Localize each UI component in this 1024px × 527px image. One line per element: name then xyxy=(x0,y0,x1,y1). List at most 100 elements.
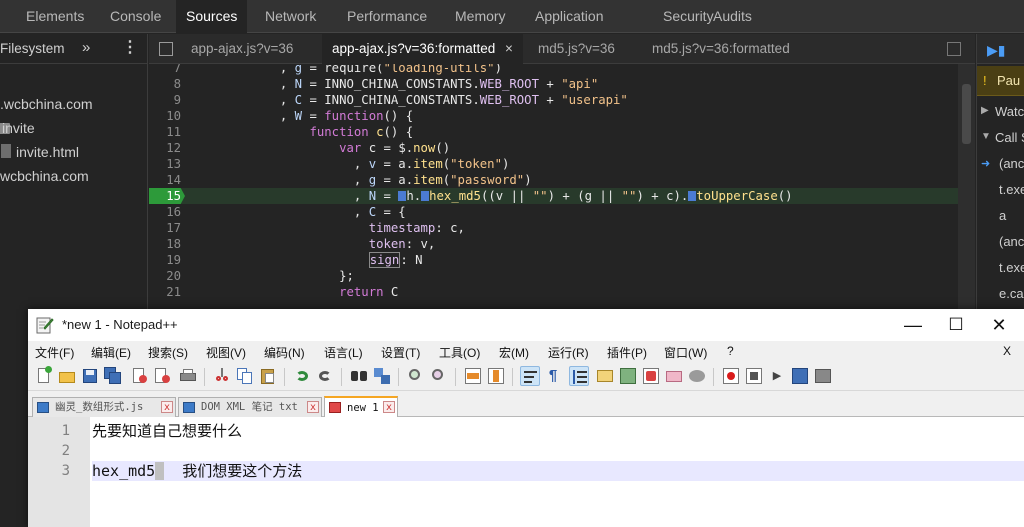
tab-filesystem[interactable]: Filesystem xyxy=(0,41,65,56)
menu-run[interactable]: 运行(R) xyxy=(548,344,589,361)
cut-icon[interactable] xyxy=(212,366,232,386)
open-file-icon[interactable] xyxy=(57,366,77,386)
sync-horizontal-icon[interactable] xyxy=(486,366,506,386)
replace-icon[interactable] xyxy=(372,366,392,386)
doc-map-icon[interactable] xyxy=(618,366,638,386)
tab-console[interactable]: Console xyxy=(110,0,161,33)
code-line: 11 function c() { xyxy=(166,125,414,139)
close-file-icon[interactable] xyxy=(129,366,149,386)
close-all-icon[interactable] xyxy=(152,366,172,386)
menu-macro[interactable]: 宏(M) xyxy=(499,344,529,361)
folder-workspace-icon[interactable] xyxy=(664,366,684,386)
record-macro-icon[interactable] xyxy=(721,366,741,386)
code-scrollbar[interactable] xyxy=(958,64,975,314)
breakpoint-marker[interactable]: 15 xyxy=(149,188,185,204)
notepad-title-bar[interactable]: *new 1 - Notepad++ — ☐ ✕ xyxy=(28,309,1024,341)
save-all-icon[interactable] xyxy=(103,366,123,386)
file-tab-app-ajax-formatted[interactable]: app-ajax.js?v=36:formatted × xyxy=(322,34,523,64)
call-frame[interactable]: t.exe xyxy=(999,182,1024,197)
paste-icon[interactable] xyxy=(258,366,278,386)
watch-section[interactable]: Watc xyxy=(995,104,1024,119)
indent-guide-icon[interactable] xyxy=(569,366,589,386)
save-macro-icon[interactable] xyxy=(813,366,833,386)
expand-arrow-icon[interactable]: ▼ xyxy=(981,131,991,142)
zoom-in-icon[interactable] xyxy=(406,366,426,386)
save-icon[interactable] xyxy=(80,366,100,386)
tab-audits[interactable]: Audits xyxy=(713,0,752,33)
menu-language[interactable]: 语言(L) xyxy=(324,344,363,361)
toggle-debugger-icon[interactable] xyxy=(947,42,961,56)
menu-edit[interactable]: 编辑(E) xyxy=(91,344,131,361)
file-tab-md5[interactable]: md5.js?v=36 xyxy=(538,34,615,64)
run-macro-multiple-icon[interactable] xyxy=(790,366,810,386)
stop-macro-icon[interactable] xyxy=(744,366,764,386)
tree-item-invite-folder[interactable]: invite xyxy=(2,120,35,136)
tab-network[interactable]: Network xyxy=(265,0,316,33)
tab-elements[interactable]: Elements xyxy=(26,0,84,33)
menu-help[interactable]: ? xyxy=(727,344,734,358)
menu-plugins[interactable]: 插件(P) xyxy=(607,344,647,361)
copy-icon[interactable] xyxy=(235,366,255,386)
show-all-characters-icon[interactable]: ¶ xyxy=(543,366,563,386)
monitoring-icon[interactable] xyxy=(687,366,707,386)
word-wrap-icon[interactable] xyxy=(520,366,540,386)
close-tab-icon[interactable]: x xyxy=(383,401,395,413)
menu-view[interactable]: 视图(V) xyxy=(206,344,246,361)
tab-application[interactable]: Application xyxy=(535,0,604,33)
scrollbar-thumb[interactable] xyxy=(962,84,971,144)
tree-item-domain-2[interactable]: wcbchina.com xyxy=(0,168,89,184)
close-button[interactable]: ✕ xyxy=(974,309,1024,341)
function-list-icon[interactable] xyxy=(641,366,661,386)
doc-tab[interactable]: 幽灵_数组形式.js x xyxy=(32,397,176,417)
tree-item-invite-html[interactable]: invite.html xyxy=(16,144,79,160)
close-tab-icon[interactable]: x xyxy=(307,401,319,413)
code-line: 20 }; xyxy=(166,269,354,283)
current-frame-icon: ➜ xyxy=(981,158,991,170)
navigator-menu-icon[interactable]: ⋮ xyxy=(122,37,138,57)
close-tab-icon[interactable]: x xyxy=(161,401,173,413)
code-line: 9 , C = INNO_CHINA_CONSTANTS.WEB_ROOT + … xyxy=(173,93,628,107)
close-tab-icon[interactable]: × xyxy=(505,41,513,56)
source-code-editor[interactable]: 7 , g = require("loading-utils") 8 , N =… xyxy=(149,64,975,314)
menu-settings[interactable]: 设置(T) xyxy=(381,344,420,361)
tab-performance[interactable]: Performance xyxy=(347,0,427,33)
menu-tools[interactable]: 工具(O) xyxy=(439,344,480,361)
tab-sources[interactable]: Sources xyxy=(176,0,248,33)
tab-memory[interactable]: Memory xyxy=(455,0,506,33)
text-editor[interactable]: 1 2 3 先要知道自己想要什么 hex_md5 我们想要这个方法 xyxy=(28,417,1024,527)
toggle-navigator-icon[interactable] xyxy=(159,42,173,56)
user-language-icon[interactable] xyxy=(595,366,615,386)
menu-search[interactable]: 搜索(S) xyxy=(148,344,188,361)
zoom-out-icon[interactable] xyxy=(429,366,449,386)
close-document-button[interactable]: X xyxy=(1003,344,1011,358)
call-frame[interactable]: (anc xyxy=(999,234,1024,249)
play-macro-icon[interactable]: ▶ xyxy=(767,366,787,386)
more-tabs-button[interactable]: » xyxy=(82,39,90,56)
devtools-tab-bar: Elements Console Sources Network Perform… xyxy=(0,0,1024,33)
sync-vertical-icon[interactable] xyxy=(463,366,483,386)
doc-tab[interactable]: DOM XML 笔记 txt x xyxy=(178,397,322,417)
saved-file-icon xyxy=(183,402,195,413)
call-stack-section[interactable]: Call S xyxy=(995,130,1024,145)
undo-icon[interactable] xyxy=(292,366,312,386)
redo-icon[interactable] xyxy=(315,366,335,386)
tab-security[interactable]: Security xyxy=(663,0,714,33)
menu-file[interactable]: 文件(F) xyxy=(35,344,74,361)
call-frame[interactable]: a xyxy=(999,208,1006,223)
resume-icon[interactable]: ▶▮ xyxy=(987,42,1005,59)
paused-banner: ! Pau xyxy=(977,66,1024,96)
doc-tab-active[interactable]: new 1 x xyxy=(324,396,398,418)
toolbar-separator xyxy=(398,368,399,386)
tree-item-domain[interactable]: .wcbchina.com xyxy=(0,96,93,112)
find-icon[interactable] xyxy=(349,366,369,386)
file-tab-md5-formatted[interactable]: md5.js?v=36:formatted xyxy=(652,34,790,64)
print-icon[interactable] xyxy=(178,366,198,386)
menu-encoding[interactable]: 编码(N) xyxy=(264,344,305,361)
call-frame[interactable]: (anc xyxy=(999,156,1024,171)
call-frame[interactable]: e.ca xyxy=(999,286,1024,301)
expand-arrow-icon[interactable]: ▶ xyxy=(981,105,989,116)
call-frame[interactable]: t.exe xyxy=(999,260,1024,275)
menu-window[interactable]: 窗口(W) xyxy=(664,344,707,361)
new-file-icon[interactable] xyxy=(34,366,54,386)
file-tab-app-ajax[interactable]: app-ajax.js?v=36 xyxy=(191,34,293,64)
